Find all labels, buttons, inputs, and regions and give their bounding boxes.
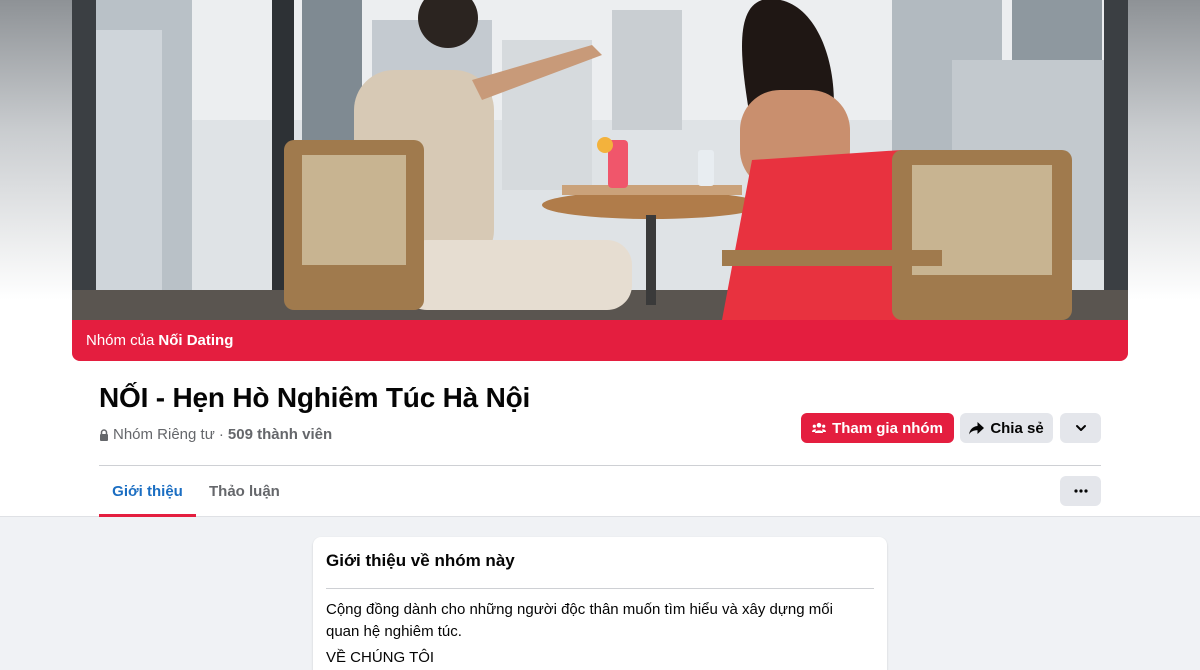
- tab-discussion[interactable]: Thảo luận: [196, 466, 293, 517]
- about-description: Cộng đồng dành cho những người độc thân …: [326, 601, 833, 640]
- about-title: Giới thiệu về nhóm này: [326, 551, 515, 570]
- cover-banner: Nhóm của Nối Dating: [72, 320, 1128, 361]
- tab-about-label: Giới thiệu: [112, 483, 183, 500]
- cover-photo[interactable]: Nhóm của Nối Dating: [72, 0, 1128, 361]
- share-label: Chia sẻ: [990, 419, 1044, 437]
- share-button[interactable]: Chia sẻ: [960, 413, 1053, 443]
- join-group-label: Tham gia nhóm: [832, 419, 943, 437]
- about-divider: [326, 588, 874, 589]
- more-dots-icon: [1073, 489, 1088, 493]
- tab-about[interactable]: Giới thiệu: [99, 466, 196, 517]
- privacy-label: Nhóm Riêng tư ·: [113, 426, 224, 443]
- tabs-more-button[interactable]: [1060, 476, 1101, 506]
- about-subheading: VỀ CHÚNG TÔI: [326, 649, 435, 666]
- group-title[interactable]: NỐI - Hẹn Hò Nghiêm Túc Hà Nội: [99, 382, 530, 414]
- cover-image: [72, 0, 1128, 320]
- group-meta: Nhóm Riêng tư · 509 thành viên: [99, 426, 332, 443]
- banner-prefix: Nhóm của: [86, 332, 155, 349]
- chevron-down-icon: [1075, 425, 1086, 431]
- member-count[interactable]: 509 thành viên: [228, 426, 332, 443]
- lock-icon: [100, 428, 108, 441]
- about-card: Giới thiệu về nhóm này Cộng đồng dành ch…: [313, 537, 887, 670]
- group-owner-link[interactable]: Nối Dating: [158, 332, 233, 349]
- more-options-button[interactable]: [1060, 413, 1101, 443]
- join-group-button[interactable]: Tham gia nhóm: [801, 413, 954, 443]
- tab-discussion-label: Thảo luận: [209, 483, 280, 500]
- group-icon: [812, 422, 827, 434]
- share-arrow-icon: [969, 421, 985, 435]
